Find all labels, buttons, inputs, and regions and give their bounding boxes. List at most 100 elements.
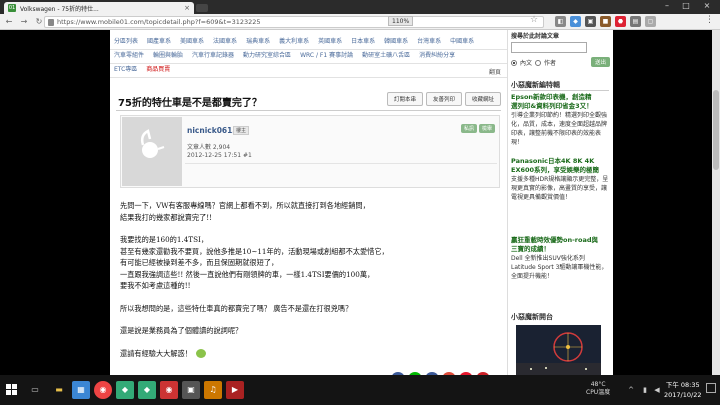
menu-icon[interactable]: ⋮: [705, 15, 714, 25]
promo-text: 引導企業列印節約！精選列印全觀強化，品質，成本，速度全面超越品牌印表，讓整前機不…: [511, 112, 608, 146]
post-body: 先問一下，VW有客服專線嗎？官網上都看不到，所以就直接打到各地經銷問， 結果我打的…: [120, 200, 500, 370]
notification-icon[interactable]: [706, 383, 716, 393]
maximize-icon[interactable]: □: [677, 1, 695, 10]
app-icon[interactable]: ◆: [116, 381, 134, 399]
store-icon[interactable]: ▦: [72, 381, 90, 399]
post-line: 有可能已經被操到差不多，而且保固期就很短了，: [120, 258, 279, 267]
print-button[interactable]: 友善列印: [425, 92, 462, 106]
address-bar[interactable]: https://www.mobile01.com/topicdetail.php…: [44, 16, 544, 28]
scrollbar[interactable]: [712, 30, 720, 375]
promo-title: 贏狂重載時效優勢on-road與: [511, 236, 599, 244]
page-background: [613, 30, 720, 375]
section-title: 小惡魔新開台: [511, 313, 553, 321]
divider: [116, 110, 501, 111]
nav-link[interactable]: 汽車行車記錄器: [192, 52, 234, 59]
promo-item[interactable]: Panasonic日本4K 8K 4K EX600系列，享受娛樂的極簡 支援多種…: [511, 157, 611, 202]
app-icon[interactable]: ◆: [138, 381, 156, 399]
radio-content[interactable]: [511, 59, 517, 66]
cpu-temp-label: CPU溫度: [586, 389, 611, 396]
extension-icon[interactable]: ◧: [555, 16, 566, 27]
message-button[interactable]: 私訊: [460, 124, 477, 133]
nav-link[interactable]: ETC專區: [114, 66, 137, 73]
promo-item[interactable]: 贏狂重載時效優勢on-road與 三寶的成績！ Dell 全新推出SUV強化系列…: [511, 236, 611, 281]
nav-link[interactable]: 分區列表: [114, 38, 138, 45]
nav-link[interactable]: WRC / F1 賽事討論: [300, 52, 353, 59]
nav-link[interactable]: 韓國車系: [384, 38, 408, 45]
promo-subtitle: EX600系列，享受娛樂的極簡: [511, 166, 600, 174]
post-count: 文章人數 2,904: [187, 144, 231, 151]
post-line: 甚至有幾家還勸我不要買，說他多推是10~11年的，活動現場或創組都不太愛惜它，: [120, 246, 389, 256]
extension-icon[interactable]: ▤: [630, 16, 641, 27]
nav-link[interactable]: 國產車系: [147, 38, 171, 45]
minimize-icon[interactable]: –: [658, 1, 676, 10]
section-title: 小惡魔新編特輯: [511, 81, 560, 89]
nav-link-sale[interactable]: 商品買賣: [146, 66, 170, 73]
nav-link[interactable]: 義大利車系: [279, 38, 309, 45]
search-submit-button[interactable]: 送出: [591, 57, 611, 67]
nav-link[interactable]: 瑞典車系: [246, 38, 270, 45]
nav-link[interactable]: 輪圈與輪胎: [153, 52, 183, 59]
windows-start-icon[interactable]: [6, 384, 18, 396]
divider: [110, 63, 507, 64]
nav-link[interactable]: 汽車零組件: [114, 52, 144, 59]
nav-link[interactable]: 英國車系: [318, 38, 342, 45]
zoom-level[interactable]: 110%: [388, 16, 414, 26]
post-line: 一直跟我強調這些!! 然後一直說他們有剛領牌的車，一樣1.4TSI要價的100萬…: [120, 269, 375, 279]
page-link[interactable]: 翻頁: [489, 67, 501, 76]
page-background: [0, 30, 110, 375]
app-icon[interactable]: ▣: [182, 381, 200, 399]
video-thumbnail[interactable]: [516, 325, 601, 375]
scrollbar-thumb[interactable]: [713, 90, 719, 170]
extension-icon[interactable]: ▢: [645, 16, 656, 27]
subscribe-button[interactable]: 訂閱本串: [386, 92, 423, 106]
task-view-icon[interactable]: ▭: [26, 381, 44, 399]
post-paragraph: 我要找的是160的1.4TSI， 甚至有幾家還勸我不要買，說他多推是10~11年的…: [120, 234, 500, 292]
app-icon[interactable]: ♫: [204, 381, 222, 399]
extension-icon[interactable]: ◆: [570, 16, 581, 27]
promo-subtitle: 三寶的成績！: [511, 245, 550, 253]
tab-close-icon[interactable]: ×: [184, 4, 190, 12]
smiley-icon: [195, 349, 206, 358]
promo-item[interactable]: Epson新款印表機，創造精 選列印&資料列印省金3又！ 引導企業列印節約！精選…: [511, 93, 611, 147]
radio-label: 作者: [544, 60, 557, 67]
lock-icon: [48, 18, 54, 26]
post-paragraph: 還是說是業務員為了個體讀的說詞呢？: [120, 325, 500, 337]
post-actions: 訂閱本串 友善列印 收藏網址: [386, 92, 501, 106]
forward-icon[interactable]: →: [18, 16, 30, 28]
avatar[interactable]: [122, 117, 182, 186]
nav-link[interactable]: 動研室土礦八舌區: [362, 52, 410, 59]
nav-link[interactable]: 中國車系: [450, 38, 474, 45]
post-line: 先問一下，VW有客服專線嗎？官網上都看不到，所以就直接打到各地經銷問，: [120, 201, 370, 210]
app-icon[interactable]: ◉: [160, 381, 178, 399]
divider: [110, 77, 507, 78]
author-card: nicnick0613 樓主 私訊 檢舉 文章人數 2,904 2012-12-…: [120, 115, 500, 188]
author-actions: 私訊 檢舉: [460, 124, 495, 133]
report-button[interactable]: 檢舉: [478, 124, 495, 133]
new-tab-button[interactable]: [196, 4, 208, 12]
nav-link[interactable]: 日本車系: [351, 38, 375, 45]
extension-icon[interactable]: ▣: [585, 16, 596, 27]
back-icon[interactable]: ←: [3, 16, 15, 28]
nav-link[interactable]: 消費糾紛分享: [419, 52, 455, 59]
chrome-icon[interactable]: ◉: [94, 381, 112, 399]
file-explorer-icon[interactable]: ▬: [50, 381, 68, 399]
extension-icon[interactable]: ■: [600, 16, 611, 27]
cpu-temp[interactable]: 48°C CPU溫度: [586, 381, 610, 397]
nav-link[interactable]: 動力研究室綜合區: [243, 52, 291, 59]
close-window-icon[interactable]: ×: [698, 1, 716, 10]
bookmark-star-icon[interactable]: ☆: [530, 15, 538, 25]
clock[interactable]: 下午 08:35 2017/10/22: [664, 380, 701, 400]
browser-tab[interactable]: 01 Volkswagen - 75折的特仕... ×: [4, 2, 194, 14]
nav-link[interactable]: 美國車系: [180, 38, 204, 45]
search-options: 內文 作者: [511, 58, 556, 67]
bookmark-button[interactable]: 收藏網址: [464, 92, 501, 106]
radio-author[interactable]: [535, 59, 542, 66]
app-icon[interactable]: ▶: [226, 381, 244, 399]
nav-link[interactable]: 台灣車系: [417, 38, 441, 45]
category-nav: 分區列表 國產車系 美國車系 法國車系 瑞典車系 義大利車系 英國車系 日本車系 韓國車系 台灣車…: [114, 35, 504, 77]
author-name[interactable]: nicnick0613: [187, 126, 238, 135]
nav-link[interactable]: 法國車系: [213, 38, 237, 45]
search-input[interactable]: [511, 42, 587, 53]
promo-title: Epson新款印表機，創造精: [511, 93, 592, 101]
adblock-icon[interactable]: ⬣: [615, 16, 626, 27]
